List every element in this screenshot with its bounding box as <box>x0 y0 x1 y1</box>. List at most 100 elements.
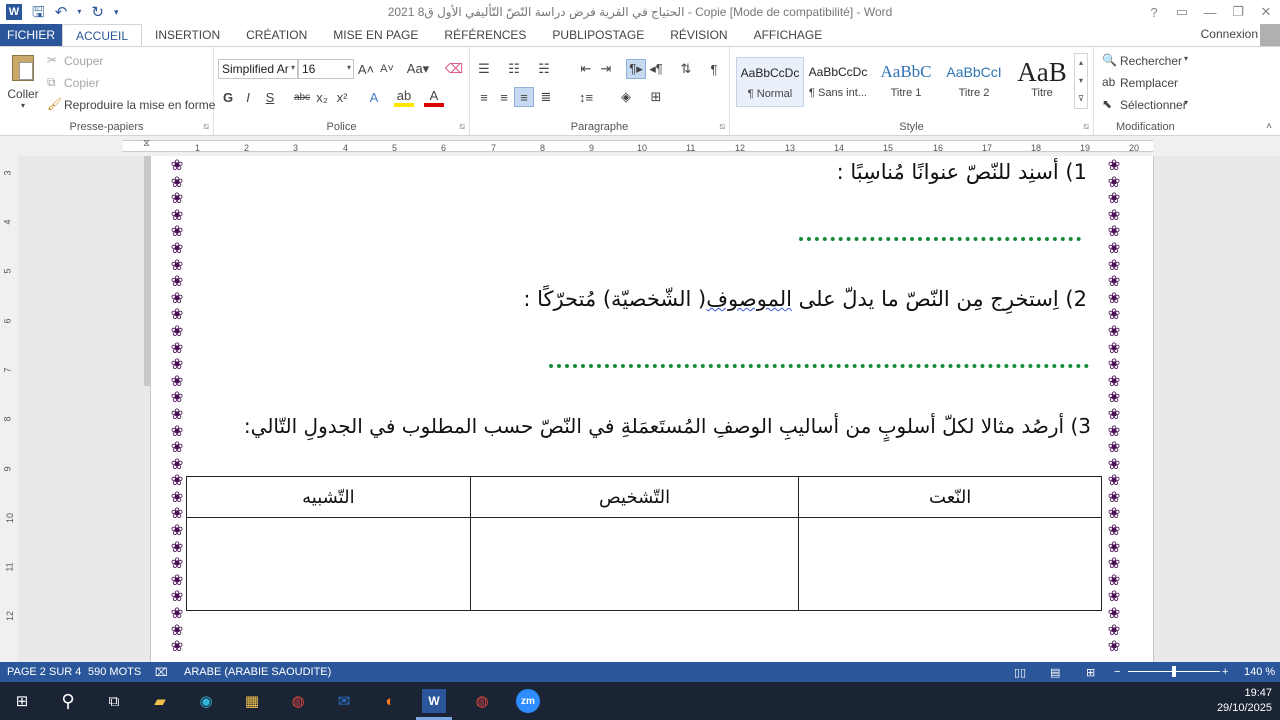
copy-button[interactable]: Copier <box>64 76 99 90</box>
show-marks-icon[interactable]: ¶ <box>704 59 724 79</box>
justify-icon[interactable]: ≣ <box>536 87 556 107</box>
tab-insertion[interactable]: INSERTION <box>142 24 233 46</box>
ribbon-display-options-button[interactable]: ▭ <box>1168 0 1196 24</box>
numbering-icon[interactable]: ☷ <box>504 59 524 79</box>
format-painter-button[interactable]: Reproduire la mise en forme <box>64 98 215 112</box>
web-layout-icon[interactable]: ⊞ <box>1086 666 1095 679</box>
chevron-down-icon[interactable]: ▾ <box>1184 98 1188 107</box>
align-center-icon[interactable]: ≡ <box>494 87 514 107</box>
document-page[interactable]: ❀ ❀ ❀ ❀ ❀ ❀ ❀ ❀ ❀ ❀ ❀ ❀ ❀ ❀ ❀ ❀ ❀ ❀ ❀ ❀ ❀ ❀ ❀ ❀ ❀ ❀ ❀ ❀ ❀ ❀ ❀ ❀ ❀ ❀ ❀ ❀ ❀ ❀ ❀… <box>150 156 1154 662</box>
close-button[interactable]: ✕ <box>1252 0 1280 24</box>
italic-icon[interactable]: I <box>238 87 258 107</box>
change-case-icon[interactable]: Aa▾ <box>404 59 432 79</box>
indent-marker-icon[interactable]: ⧖ <box>143 138 150 149</box>
superscript-icon[interactable]: x² <box>332 87 352 107</box>
task-view-icon[interactable]: ⧉ <box>102 689 126 713</box>
tab-affichage[interactable]: AFFICHAGE <box>741 24 836 46</box>
undo-icon[interactable]: ↶ <box>55 5 68 20</box>
style-no-spacing[interactable]: AaBbCcDc ¶ Sans int... <box>804 57 872 107</box>
page-count[interactable]: PAGE 2 SUR 4 <box>7 666 81 678</box>
tab-revision[interactable]: RÉVISION <box>657 24 740 46</box>
firefox-icon[interactable]: ◐ <box>378 689 402 713</box>
read-mode-icon[interactable]: ▯▯ <box>1014 666 1026 679</box>
dialog-launcher-icon[interactable]: ⧅ <box>1083 121 1089 132</box>
save-icon[interactable]: 🖫 <box>32 5 45 20</box>
highlight-icon[interactable]: ab <box>394 87 414 107</box>
zoom-app-icon[interactable]: zm <box>516 689 540 713</box>
edge-icon[interactable]: ◉ <box>194 689 218 713</box>
file-explorer-icon[interactable]: ▰ <box>148 689 172 713</box>
collapse-ribbon-icon[interactable]: ˄ <box>1266 121 1272 132</box>
avatar[interactable] <box>1260 24 1280 46</box>
left-to-right-icon[interactable]: ¶▸ <box>626 59 646 79</box>
font-name-combo[interactable]: Simplified Ar ▾ <box>218 59 298 79</box>
subscript-icon[interactable]: x₂ <box>312 87 332 107</box>
clear-formatting-icon[interactable]: ⌫ <box>444 59 464 79</box>
tab-references[interactable]: RÉFÉRENCES <box>431 24 539 46</box>
word-taskbar-icon[interactable]: W <box>422 689 446 713</box>
shrink-font-icon[interactable]: A˅ <box>377 59 397 79</box>
align-left-icon[interactable]: ≡ <box>474 87 494 107</box>
style-heading-1[interactable]: AaBbC Titre 1 <box>872 57 940 107</box>
grow-font-icon[interactable]: A˄ <box>356 59 376 79</box>
multilevel-list-icon[interactable]: ☵ <box>534 59 554 79</box>
style-title[interactable]: AaB Titre <box>1008 57 1076 107</box>
tab-accueil[interactable]: ACCUEIL <box>62 24 143 46</box>
align-right-icon[interactable]: ≡ <box>514 87 534 107</box>
restore-button[interactable]: ❐ <box>1224 0 1252 24</box>
paste-button[interactable]: Coller ▾ <box>6 53 40 115</box>
bullets-icon[interactable]: ☰ <box>474 59 494 79</box>
style-heading-2[interactable]: AaBbCcI Titre 2 <box>940 57 1008 107</box>
decrease-indent-icon[interactable]: ⇤ <box>576 59 596 79</box>
sign-in-link[interactable]: Connexion <box>1201 27 1258 41</box>
increase-indent-icon[interactable]: ⇥ <box>596 59 616 79</box>
zoom-in-icon[interactable]: + <box>1222 666 1228 678</box>
store-icon[interactable]: ▦ <box>240 689 264 713</box>
outlook-icon[interactable]: ✉ <box>332 689 356 713</box>
right-to-left-icon[interactable]: ◂¶ <box>646 59 666 79</box>
strikethrough-icon[interactable]: abc <box>292 87 312 107</box>
style-normal[interactable]: AaBbCcDc ¶ Normal <box>736 57 804 107</box>
chevron-down-icon[interactable]: ▾ <box>1184 54 1188 63</box>
borders-icon[interactable]: ⊞ <box>646 87 666 107</box>
tab-publipostage[interactable]: PUBLIPOSTAGE <box>539 24 657 46</box>
language-indicator[interactable]: ARABE (ARABIE SAOUDITE) <box>184 666 331 678</box>
font-color-icon[interactable]: A <box>424 87 444 107</box>
chrome-icon[interactable]: ◍ <box>286 689 310 713</box>
line-spacing-icon[interactable]: ↕≡ <box>576 87 596 107</box>
undo-dropdown-icon[interactable]: ▾ <box>77 8 81 16</box>
help-button[interactable]: ? <box>1140 0 1168 24</box>
customize-toolbar-icon[interactable]: ▾ <box>114 7 119 17</box>
table-cell[interactable] <box>469 517 800 611</box>
font-size-combo[interactable]: 16 ▾ <box>298 59 354 79</box>
shading-icon[interactable]: ◈ <box>616 87 636 107</box>
word-count[interactable]: 590 MOTS <box>88 666 141 678</box>
cut-button[interactable]: Couper <box>64 54 103 68</box>
tab-fichier[interactable]: FICHIER <box>0 24 62 46</box>
zoom-slider[interactable] <box>1128 666 1220 677</box>
proofing-icon[interactable]: ⌧ <box>155 666 168 679</box>
select-button[interactable]: Sélectionner <box>1120 98 1187 112</box>
bold-icon[interactable]: G <box>218 87 238 107</box>
find-button[interactable]: Rechercher <box>1120 54 1182 68</box>
dialog-launcher-icon[interactable]: ⧅ <box>719 121 725 132</box>
text-effects-icon[interactable]: A <box>364 87 384 107</box>
zoom-level[interactable]: 140 % <box>1244 666 1275 678</box>
zoom-out-icon[interactable]: − <box>1114 666 1120 678</box>
tab-creation[interactable]: CRÉATION <box>233 24 320 46</box>
chrome-icon[interactable]: ◍ <box>470 689 494 713</box>
dialog-launcher-icon[interactable]: ⧅ <box>203 121 209 132</box>
table-cell[interactable] <box>798 517 1102 611</box>
redo-icon[interactable]: ↻ <box>91 5 104 20</box>
minimize-button[interactable]: — <box>1196 0 1224 24</box>
search-icon[interactable]: ⚲ <box>56 689 80 713</box>
styles-gallery-scroll[interactable]: ▴ ▾ ⊽ <box>1074 53 1088 109</box>
table-cell[interactable] <box>186 517 471 611</box>
sort-icon[interactable]: ⇅ <box>676 59 696 79</box>
system-clock[interactable]: 19:47 29/10/2025 <box>1217 686 1272 716</box>
tab-mise-en-page[interactable]: MISE EN PAGE <box>320 24 431 46</box>
zoom-slider-thumb[interactable] <box>1172 666 1176 677</box>
print-layout-icon[interactable]: ▤ <box>1050 666 1060 679</box>
start-icon[interactable]: ⊞ <box>10 689 34 713</box>
dialog-launcher-icon[interactable]: ⧅ <box>459 121 465 132</box>
